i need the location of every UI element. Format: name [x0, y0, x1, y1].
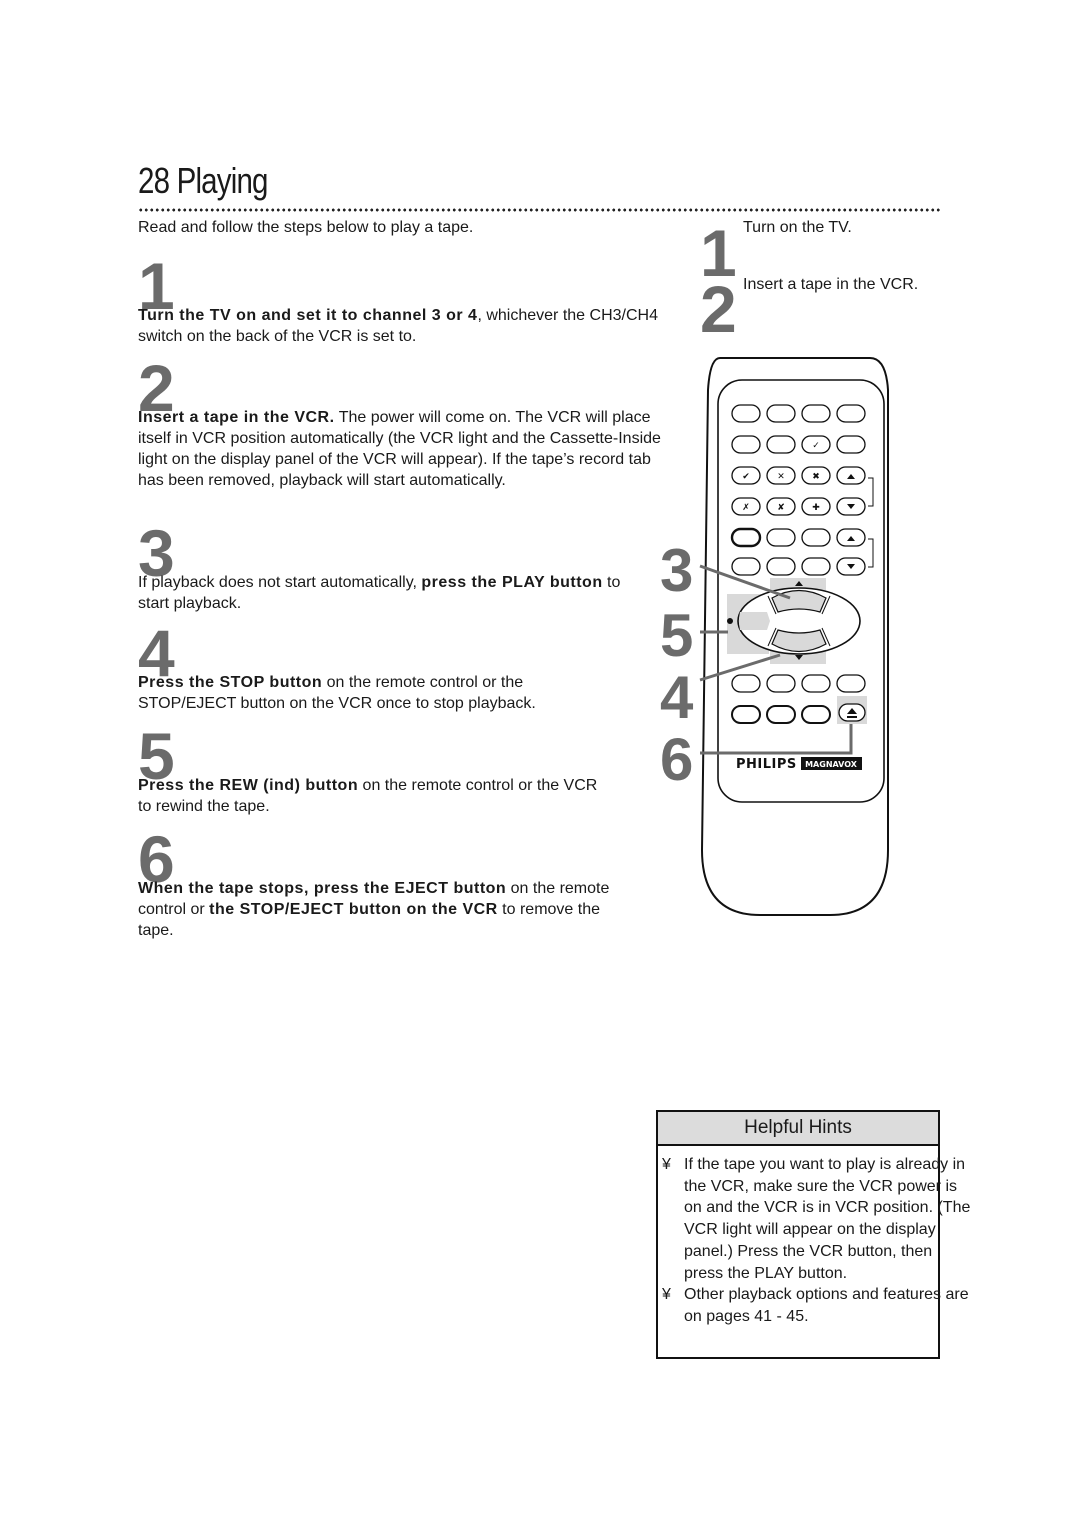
remote-button [731, 435, 761, 454]
cross-icon: ✕ [777, 472, 785, 482]
cross-icon: ✖ [812, 472, 820, 482]
step-4-bold: Press the STOP button [138, 674, 323, 691]
cross-icon: ✘ [777, 503, 785, 513]
page-title: 28 Playing [138, 160, 268, 201]
dotted-divider [138, 208, 941, 212]
remote-button [731, 705, 761, 724]
remote-button [766, 557, 796, 576]
remote-button [766, 528, 796, 547]
hint-item: ¥ Other playback options and features are… [662, 1284, 974, 1327]
remote-button [801, 674, 831, 693]
callout-3: 3 [660, 537, 694, 604]
helpful-hints-box: Helpful Hints ¥ If the tape you want to p… [656, 1110, 970, 1359]
intro-text: Read and follow the steps below to play … [138, 219, 474, 236]
remote-button [801, 705, 831, 724]
callout-5: 5 [660, 602, 694, 669]
sidebar-step-2-text: Insert a tape in the VCR. [743, 276, 919, 293]
remote-button [766, 705, 796, 724]
remote-button [766, 435, 796, 454]
hint-item: ¥ If the tape you want to play is already… [662, 1154, 974, 1284]
step-1-bold: Turn the TV on and set it to channel 3 o… [138, 307, 478, 324]
step-3-bold: press the PLAY button [421, 574, 603, 591]
step-5-text: Press the REW (ind) button on the remote… [138, 775, 608, 817]
info-dot-icon [727, 618, 733, 624]
sidebar-step-1-text: Turn on the TV. [743, 219, 852, 236]
step-6-text: When the tape stops, press the EJECT but… [138, 878, 618, 941]
step-6-bold: When the tape stops, press the EJECT but… [138, 880, 507, 897]
hint-text: Other playback options and features are … [684, 1286, 969, 1325]
callout-6: 6 [660, 726, 694, 793]
remote-button [801, 528, 831, 547]
step-3-lead: If playback does not start automatically… [138, 574, 422, 591]
step-4-text: Press the STOP button on the remote cont… [138, 672, 588, 714]
remote-button [731, 404, 761, 423]
step-1-text: Turn the TV on and set it to channel 3 o… [138, 305, 668, 347]
check-icon: ✓ [812, 441, 820, 451]
helpful-hints-title: Helpful Hints [658, 1112, 938, 1146]
cross-icon: ✗ [742, 503, 750, 513]
sidebar-step-2-number: 2 [700, 272, 737, 346]
rewind-button [739, 612, 770, 630]
step-3-text: If playback does not start automatically… [138, 572, 638, 614]
hint-text: If the tape you want to play is already … [684, 1156, 971, 1282]
remote-button [801, 557, 831, 576]
remote-button [730, 527, 762, 548]
check-icon: ✔ [742, 472, 750, 482]
step-2-bold: Insert a tape in the VCR. [138, 409, 335, 426]
bullet-icon: ¥ [662, 1156, 671, 1173]
bullet-icon: ¥ [662, 1286, 671, 1304]
plus-icon: ✚ [812, 503, 820, 513]
step-5-bold: Press the REW (ind) button [138, 777, 359, 794]
stop-button [771, 629, 827, 653]
step-2-text: Insert a tape in the VCR. The power will… [138, 407, 668, 491]
remote-button [836, 404, 866, 423]
helpful-hints-list: ¥ If the tape you want to play is already… [658, 1146, 970, 1328]
remote-button [731, 674, 761, 693]
remote-button [766, 674, 796, 693]
remote-control-illustration: ✓ ✔ ✕ ✖ ✗ ✘ ✚ PHILIPS MAGNAVOX [699, 357, 889, 916]
remote-button [731, 557, 761, 576]
brand-magnavox: MAGNAVOX [805, 760, 858, 769]
step-6-bold-2: the STOP/EJECT button on the VCR [209, 901, 498, 918]
remote-button [836, 435, 866, 454]
remote-button [766, 404, 796, 423]
remote-button [836, 674, 866, 693]
remote-button [801, 404, 831, 423]
brand-philips: PHILIPS [736, 757, 797, 772]
callout-4: 4 [660, 664, 694, 731]
